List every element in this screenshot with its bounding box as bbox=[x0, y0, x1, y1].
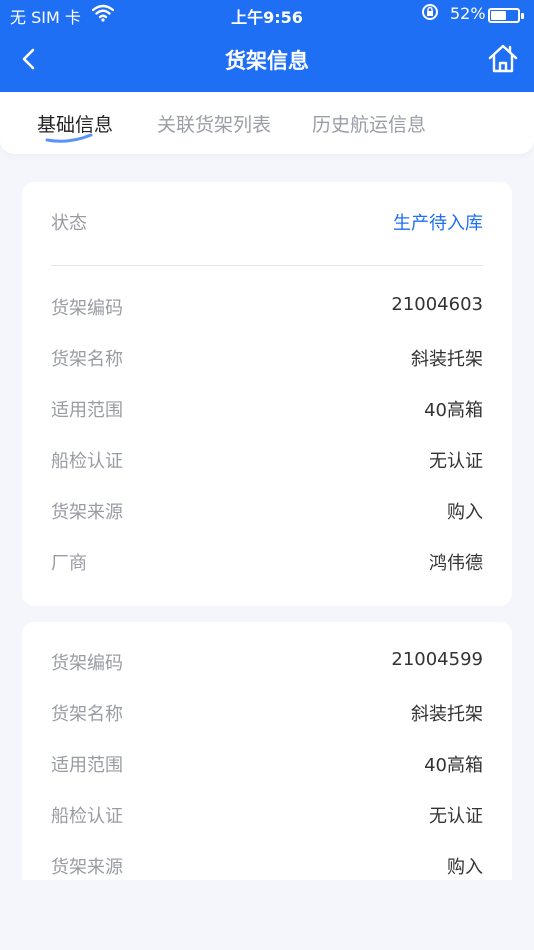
divider bbox=[51, 265, 483, 266]
info-row: 货架名称 斜装托架 bbox=[51, 345, 483, 375]
shelf-name-label: 货架名称 bbox=[51, 349, 123, 370]
certification-value: 无认证 bbox=[429, 451, 483, 472]
status-row: 状态 生产待入库 bbox=[51, 209, 483, 239]
source-value: 购入 bbox=[447, 502, 483, 523]
info-row: 货架编码 21004599 bbox=[51, 649, 483, 679]
info-row: 船检认证 无认证 bbox=[51, 447, 483, 477]
info-row: 货架名称 斜装托架 bbox=[51, 700, 483, 730]
nav-bar: 货架信息 bbox=[0, 30, 534, 92]
scope-value: 40高箱 bbox=[424, 755, 483, 776]
info-row: 货架编码 21004603 bbox=[51, 294, 483, 324]
manufacturer-label: 厂商 bbox=[51, 553, 87, 574]
shelf-name-label: 货架名称 bbox=[51, 704, 123, 725]
info-row: 适用范围 40高箱 bbox=[51, 751, 483, 781]
app-header: 无 SIM 卡 上午9:56 52% 货架信息 bbox=[0, 0, 534, 92]
shelf-card: 货架编码 21004599 货架名称 斜装托架 适用范围 40高箱 船检认证 无… bbox=[22, 622, 512, 880]
shelf-name-value: 斜装托架 bbox=[411, 704, 483, 725]
certification-value: 无认证 bbox=[429, 806, 483, 827]
page-title: 货架信息 bbox=[225, 49, 309, 73]
shelf-code-value: 21004603 bbox=[391, 294, 483, 315]
info-row: 船检认证 无认证 bbox=[51, 802, 483, 832]
battery-icon bbox=[488, 8, 524, 23]
battery-percent: 52% bbox=[450, 4, 486, 23]
tab-bar: 基础信息 关联货架列表 历史航运信息 bbox=[0, 92, 534, 154]
manufacturer-value: 鸿伟德 bbox=[429, 553, 483, 574]
info-row: 适用范围 40高箱 bbox=[51, 396, 483, 426]
orientation-lock-icon bbox=[421, 3, 439, 25]
home-icon bbox=[488, 44, 518, 73]
status-value: 生产待入库 bbox=[393, 213, 483, 234]
source-label: 货架来源 bbox=[51, 857, 123, 878]
info-row: 货架来源 购入 bbox=[51, 498, 483, 528]
source-value: 购入 bbox=[447, 857, 483, 878]
status-bar: 无 SIM 卡 上午9:56 52% bbox=[0, 0, 534, 30]
scope-label: 适用范围 bbox=[51, 400, 123, 421]
status-label: 状态 bbox=[51, 213, 87, 234]
shelf-code-label: 货架编码 bbox=[51, 298, 123, 319]
certification-label: 船检认证 bbox=[51, 806, 123, 827]
certification-label: 船检认证 bbox=[51, 451, 123, 472]
shelf-code-value: 21004599 bbox=[391, 649, 483, 670]
scope-label: 适用范围 bbox=[51, 755, 123, 776]
tab-shipping-history[interactable]: 历史航运信息 bbox=[312, 110, 426, 137]
tab-active-indicator bbox=[45, 133, 93, 143]
shelf-name-value: 斜装托架 bbox=[411, 349, 483, 370]
shelf-card: 状态 生产待入库 货架编码 21004603 货架名称 斜装托架 适用范围 40… bbox=[22, 182, 512, 606]
source-label: 货架来源 bbox=[51, 502, 123, 523]
info-row: 厂商 鸿伟德 bbox=[51, 549, 483, 579]
info-row: 货架来源 购入 bbox=[51, 853, 483, 880]
home-button[interactable] bbox=[486, 42, 520, 76]
tab-related-shelves[interactable]: 关联货架列表 bbox=[157, 110, 271, 137]
shelf-code-label: 货架编码 bbox=[51, 653, 123, 674]
scope-value: 40高箱 bbox=[424, 400, 483, 421]
